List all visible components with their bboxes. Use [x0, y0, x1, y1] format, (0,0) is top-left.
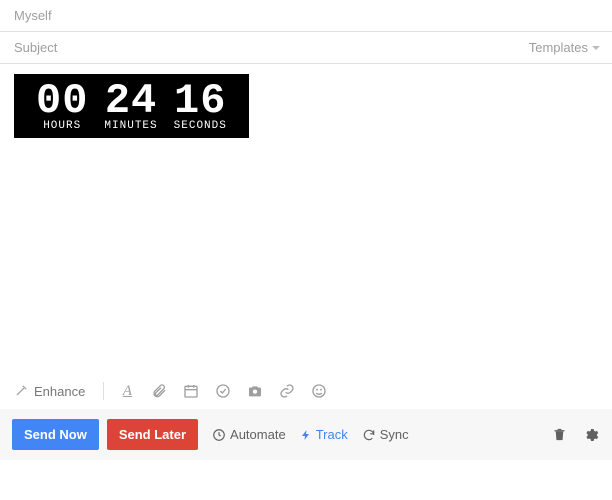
countdown-hours-value: 00 — [36, 80, 88, 122]
countdown-hours-label: HOURS — [36, 120, 88, 132]
countdown-seconds-label: SECONDS — [174, 120, 227, 132]
enhance-button[interactable]: Enhance — [14, 384, 85, 399]
automate-label: Automate — [230, 427, 286, 442]
countdown-minutes-label: MINUTES — [104, 120, 157, 132]
sync-label: Sync — [380, 427, 409, 442]
countdown-seconds-value: 16 — [174, 80, 227, 122]
check-circle-icon[interactable] — [214, 382, 232, 400]
send-later-button[interactable]: Send Later — [107, 419, 198, 450]
caret-down-icon — [592, 44, 600, 52]
sync-button[interactable]: Sync — [362, 427, 409, 442]
templates-label: Templates — [529, 40, 588, 55]
countdown-hours: 00 HOURS — [36, 80, 88, 132]
wand-icon — [14, 384, 28, 398]
templates-dropdown[interactable]: Templates — [529, 40, 600, 55]
track-label: Track — [316, 427, 348, 442]
emoji-icon[interactable] — [310, 382, 328, 400]
gear-icon[interactable] — [582, 426, 600, 444]
enhance-label: Enhance — [34, 384, 85, 399]
link-icon[interactable] — [278, 382, 296, 400]
countdown-minutes-value: 24 — [104, 80, 157, 122]
automate-button[interactable]: Automate — [212, 427, 286, 442]
countdown-seconds: 16 SECONDS — [174, 80, 227, 132]
trash-icon[interactable] — [550, 426, 568, 444]
countdown-minutes: 24 MINUTES — [104, 80, 157, 132]
calendar-icon[interactable] — [182, 382, 200, 400]
send-now-button[interactable]: Send Now — [12, 419, 99, 450]
clock-icon — [212, 428, 226, 442]
compose-body[interactable]: 00 HOURS 24 MINUTES 16 SECONDS — [0, 64, 612, 374]
toolbar-divider — [103, 382, 104, 400]
recipient-field[interactable]: Myself — [0, 0, 612, 32]
bolt-icon — [300, 428, 312, 442]
underline-text-icon[interactable]: A — [118, 382, 136, 400]
track-button[interactable]: Track — [300, 427, 348, 442]
sync-icon — [362, 428, 376, 442]
recipient-value: Myself — [14, 8, 52, 23]
subject-placeholder[interactable]: Subject — [14, 40, 57, 55]
send-bar: Send Now Send Later Automate Track Sync — [0, 409, 612, 460]
attachment-icon[interactable] — [150, 382, 168, 400]
countdown-timer: 00 HOURS 24 MINUTES 16 SECONDS — [14, 74, 249, 138]
subject-row: Subject Templates — [0, 32, 612, 64]
formatting-toolbar: Enhance A — [0, 374, 612, 409]
camera-icon[interactable] — [246, 382, 264, 400]
